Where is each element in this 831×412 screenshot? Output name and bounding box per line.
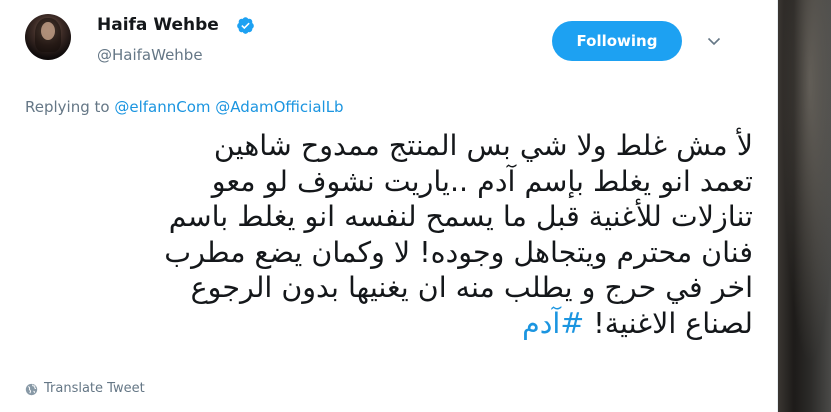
mention-link[interactable]: @elfannCom xyxy=(114,98,210,116)
tweet-text-line: اخر في حرج و يطلب منه ان يغنيها بدون الر… xyxy=(190,271,753,304)
replying-to: Replying to @elfannCom @AdamOfficialLb xyxy=(25,97,344,117)
tweet-text-line: تنازلات للأغنية قبل ما يسمح لنفسه انو يغ… xyxy=(168,200,753,233)
following-button[interactable]: Following xyxy=(552,21,682,61)
tweet-text: لأ مش غلط ولا شي بس المنتج ممدوح شاهين ت… xyxy=(25,128,753,341)
author-handle[interactable]: @HaifaWehbe xyxy=(97,45,203,65)
globe-icon xyxy=(25,383,38,395)
tweet-card: Haifa Wehbe @HaifaWehbe Following Replyi… xyxy=(0,0,778,412)
verified-badge-icon xyxy=(237,17,254,34)
photo-shading xyxy=(778,0,831,412)
mention-link[interactable]: @AdamOfficialLb xyxy=(215,98,343,116)
background-photo-strip xyxy=(778,0,831,412)
author-name[interactable]: Haifa Wehbe xyxy=(97,14,219,36)
tweet-text-line: فنان محترم ويتجاهل وجوده! لا وكمان يضع م… xyxy=(164,235,753,269)
avatar[interactable] xyxy=(25,14,71,60)
replying-prefix: Replying to xyxy=(25,98,110,116)
avatar-face-shape xyxy=(41,22,55,40)
tweet-text-line: تعمد انو يغلط بإسم آدم ..ياريت نشوف لو م… xyxy=(211,164,753,198)
translate-tweet-label: Translate Tweet xyxy=(44,381,145,396)
tweet-text-line: لصناع الاغنية! xyxy=(593,306,753,340)
tweet-text-last-line: لصناع الاغنية! #آدم xyxy=(25,306,753,342)
hashtag-link[interactable]: #آدم xyxy=(522,307,584,340)
translate-tweet-link[interactable]: Translate Tweet xyxy=(25,380,145,398)
chevron-down-icon[interactable] xyxy=(705,32,723,50)
tweet-text-line: لأ مش غلط ولا شي بس المنتج ممدوح شاهين xyxy=(213,129,753,162)
